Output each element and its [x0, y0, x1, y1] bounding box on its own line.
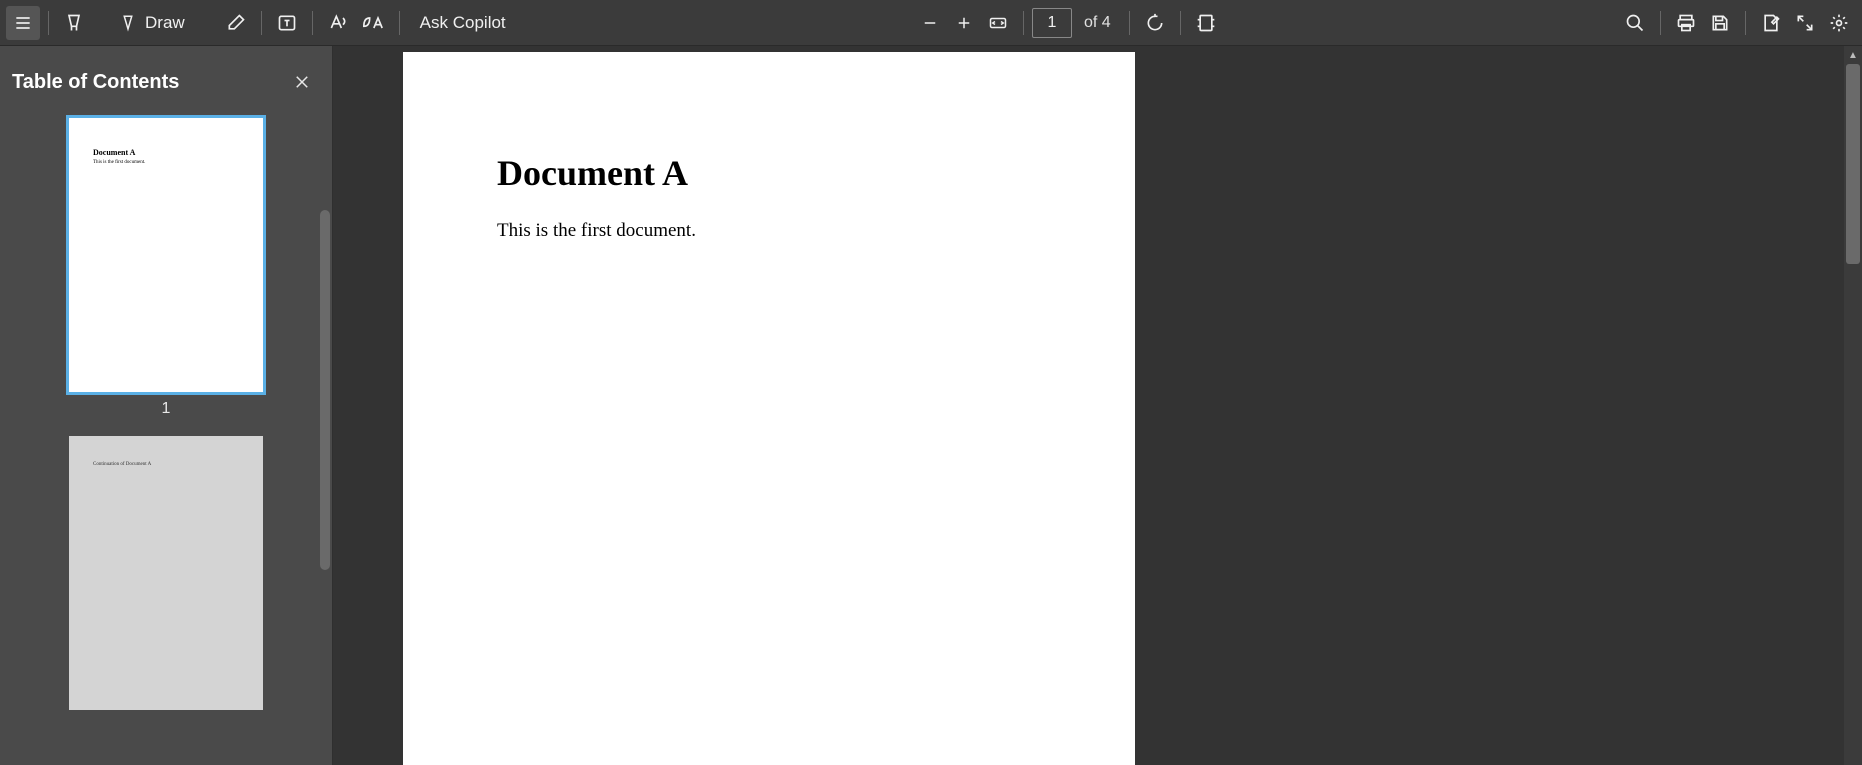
separator — [1745, 11, 1746, 35]
page-total-prefix: of — [1084, 14, 1102, 31]
fullscreen-button[interactable] — [1788, 6, 1822, 40]
thumbnail-number: 1 — [162, 400, 171, 418]
sidebar-title: Table of Contents — [12, 71, 179, 94]
page-total-value: 4 — [1102, 14, 1111, 31]
separator — [312, 11, 313, 35]
thumb-title: Document A — [93, 148, 135, 157]
search-icon — [1625, 13, 1645, 33]
translate-icon — [361, 13, 385, 33]
main-scrollbar-track[interactable]: ▲ — [1844, 46, 1862, 765]
thumb-line: Continuation of Document A — [93, 462, 151, 467]
main-scrollbar-thumb[interactable] — [1846, 64, 1860, 264]
page-view-icon — [1195, 13, 1217, 33]
search-button[interactable] — [1618, 6, 1652, 40]
thumb-line: This is the first document. — [93, 160, 145, 165]
text-box-button[interactable] — [270, 6, 304, 40]
separator — [1660, 11, 1661, 35]
pdf-viewer-app: Draw Ask Cop — [0, 0, 1862, 765]
separator — [1180, 11, 1181, 35]
note-edit-icon — [1761, 13, 1781, 33]
toolbar: Draw Ask Cop — [0, 0, 1862, 46]
page-thumbnail-1[interactable]: Document A This is the first document. — [69, 118, 263, 392]
eraser-icon — [226, 13, 246, 33]
sidebar-scrollbar-thumb[interactable] — [320, 210, 330, 570]
plus-icon — [955, 14, 973, 32]
thumbnail-item: Document A This is the first document. 1 — [69, 118, 263, 418]
sidebar: Table of Contents Document A This is the… — [0, 46, 333, 765]
rotate-icon — [1145, 13, 1165, 33]
draw-dropdown[interactable] — [197, 17, 219, 29]
sidebar-header: Table of Contents — [0, 46, 332, 110]
chevron-down-icon — [96, 17, 108, 29]
gear-icon — [1829, 13, 1849, 33]
fit-width-icon — [987, 14, 1009, 32]
save-edit-button[interactable] — [1754, 6, 1788, 40]
document-body-text: This is the first document. — [497, 218, 1041, 245]
list-icon — [13, 13, 33, 33]
pen-icon — [119, 12, 137, 34]
close-sidebar-button[interactable] — [286, 66, 318, 98]
thumbnail-item: Continuation of Document A — [69, 436, 263, 710]
separator — [261, 11, 262, 35]
read-aloud-button[interactable] — [321, 6, 355, 40]
thumbnail-list: Document A This is the first document. 1… — [0, 110, 332, 765]
draw-button[interactable]: Draw — [113, 6, 197, 40]
page-view-button[interactable] — [1189, 6, 1223, 40]
highlight-dropdown[interactable] — [91, 17, 113, 29]
fullscreen-icon — [1795, 13, 1815, 33]
highlighter-icon — [64, 12, 84, 34]
rotate-button[interactable] — [1138, 6, 1172, 40]
separator — [399, 11, 400, 35]
fit-width-button[interactable] — [981, 6, 1015, 40]
copilot-label: Ask Copilot — [414, 13, 512, 33]
separator — [1023, 11, 1024, 35]
settings-button[interactable] — [1822, 6, 1856, 40]
text-box-icon — [277, 13, 297, 33]
document-heading: Document A — [497, 152, 1041, 194]
document-page: Document A This is the first document. — [403, 52, 1135, 765]
read-aloud-icon — [327, 13, 349, 33]
close-icon — [293, 73, 311, 91]
page-total-label: of 4 — [1072, 14, 1121, 32]
translate-button[interactable] — [355, 6, 391, 40]
page-number-input[interactable] — [1032, 8, 1072, 38]
save-button[interactable] — [1703, 6, 1737, 40]
draw-label: Draw — [141, 13, 191, 33]
zoom-out-button[interactable] — [913, 6, 947, 40]
minus-icon — [921, 14, 939, 32]
scroll-up-button[interactable]: ▲ — [1844, 46, 1862, 64]
erase-button[interactable] — [219, 6, 253, 40]
ask-copilot-button[interactable]: Ask Copilot — [408, 6, 518, 40]
document-viewer[interactable]: Document A This is the first document. ▲ — [333, 46, 1862, 765]
page-thumbnail-2[interactable]: Continuation of Document A — [69, 436, 263, 710]
highlight-button[interactable] — [57, 6, 91, 40]
print-button[interactable] — [1669, 6, 1703, 40]
print-icon — [1676, 13, 1696, 33]
chevron-down-icon — [202, 17, 214, 29]
zoom-in-button[interactable] — [947, 6, 981, 40]
contents-toggle-button[interactable] — [6, 6, 40, 40]
separator — [48, 11, 49, 35]
save-icon — [1710, 13, 1730, 33]
separator — [1129, 11, 1130, 35]
body: Table of Contents Document A This is the… — [0, 46, 1862, 765]
